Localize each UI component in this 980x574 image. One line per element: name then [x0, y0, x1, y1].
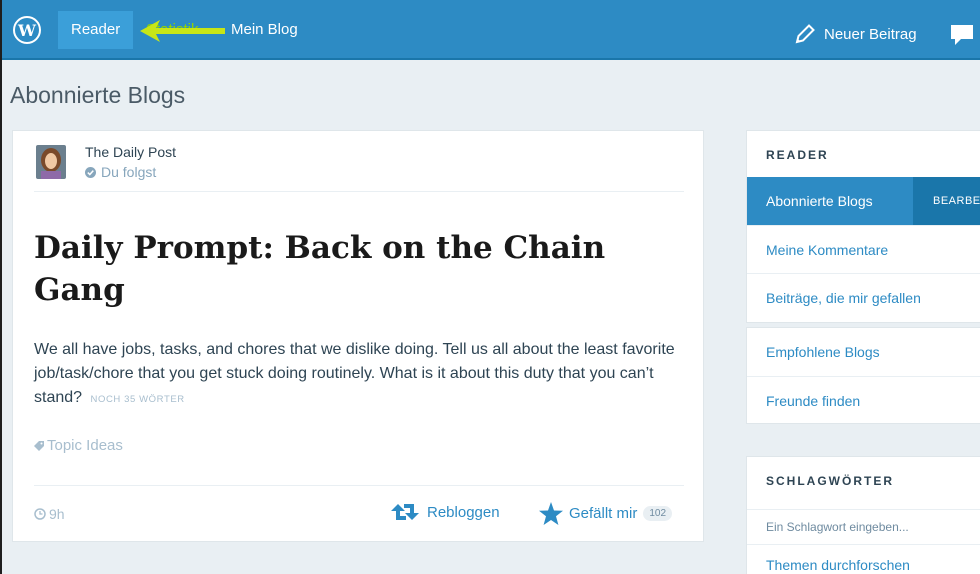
reblog-label: Rebloggen	[427, 503, 500, 521]
pencil-icon	[795, 24, 815, 44]
masterbar: W Reader Statistik Mein Blog Neuer Beitr…	[2, 0, 980, 60]
sidebar-discover-card: Empfohlene Blogs Freunde finden	[746, 327, 980, 424]
post-tag[interactable]: Topic Ideas	[34, 437, 123, 454]
nav-my-blog[interactable]: Mein Blog	[218, 14, 311, 46]
sidebar-item-liked-posts[interactable]: Beiträge, die mir gefallen	[747, 273, 980, 321]
arrow-icon	[140, 20, 225, 42]
like-button[interactable]: Gefällt mir 102	[539, 502, 673, 525]
sidebar-item-recommended-blogs[interactable]: Empfohlene Blogs	[747, 328, 980, 376]
sidebar-tags-heading: SCHLAGWÖRTER	[766, 474, 894, 488]
nav-reader[interactable]: Reader	[58, 11, 134, 49]
follow-status-label: Du folgst	[101, 164, 157, 180]
sidebar-edit-button[interactable]: BEARBEITEN	[913, 177, 980, 225]
blog-name[interactable]: The Daily Post	[85, 144, 176, 160]
like-count-badge: 102	[643, 506, 673, 521]
sidebar-reader-card: READER Abonnierte Blogs BEARBEITEN Meine…	[746, 130, 980, 323]
post-time[interactable]: 9h	[34, 506, 65, 522]
sidebar-item-find-friends[interactable]: Freunde finden	[747, 376, 980, 423]
sidebar-item-my-comments[interactable]: Meine Kommentare	[747, 225, 980, 273]
star-icon	[539, 502, 563, 525]
like-label: Gefällt mir	[569, 505, 638, 522]
window-edge	[0, 0, 2, 574]
sidebar-tags-card: SCHLAGWÖRTER Themen durchforschen	[746, 456, 980, 574]
divider	[34, 191, 684, 192]
post-card: The Daily Post Du folgst Daily Prompt: B…	[12, 130, 704, 542]
more-words-link[interactable]: NOCH 35 WÖRTER	[91, 394, 185, 405]
divider	[34, 485, 684, 486]
tag-search-input[interactable]	[747, 509, 980, 545]
new-post-button[interactable]: Neuer Beitrag	[794, 22, 917, 46]
reblog-button[interactable]: Rebloggen	[389, 502, 500, 522]
time-label: 9h	[49, 506, 65, 522]
wordpress-logo-icon[interactable]: W	[13, 16, 41, 44]
explore-topics-link[interactable]: Themen durchforschen	[747, 545, 980, 574]
post-excerpt: We all have jobs, tasks, and chores that…	[34, 338, 694, 412]
svg-text:W: W	[17, 21, 37, 40]
check-circle-icon	[85, 166, 96, 178]
sidebar-reader-heading: READER	[766, 148, 829, 162]
speech-bubble-icon[interactable]	[950, 24, 974, 46]
tag-icon	[34, 440, 44, 451]
follow-status[interactable]: Du folgst	[85, 164, 156, 180]
clock-icon	[34, 508, 46, 520]
new-post-label: Neuer Beitrag	[824, 25, 917, 43]
post-title[interactable]: Daily Prompt: Back on the Chain Gang	[34, 227, 674, 311]
reblog-icon	[391, 504, 419, 520]
tag-label: Topic Ideas	[47, 437, 123, 454]
avatar[interactable]	[36, 145, 66, 179]
page-title: Abonnierte Blogs	[10, 82, 186, 108]
